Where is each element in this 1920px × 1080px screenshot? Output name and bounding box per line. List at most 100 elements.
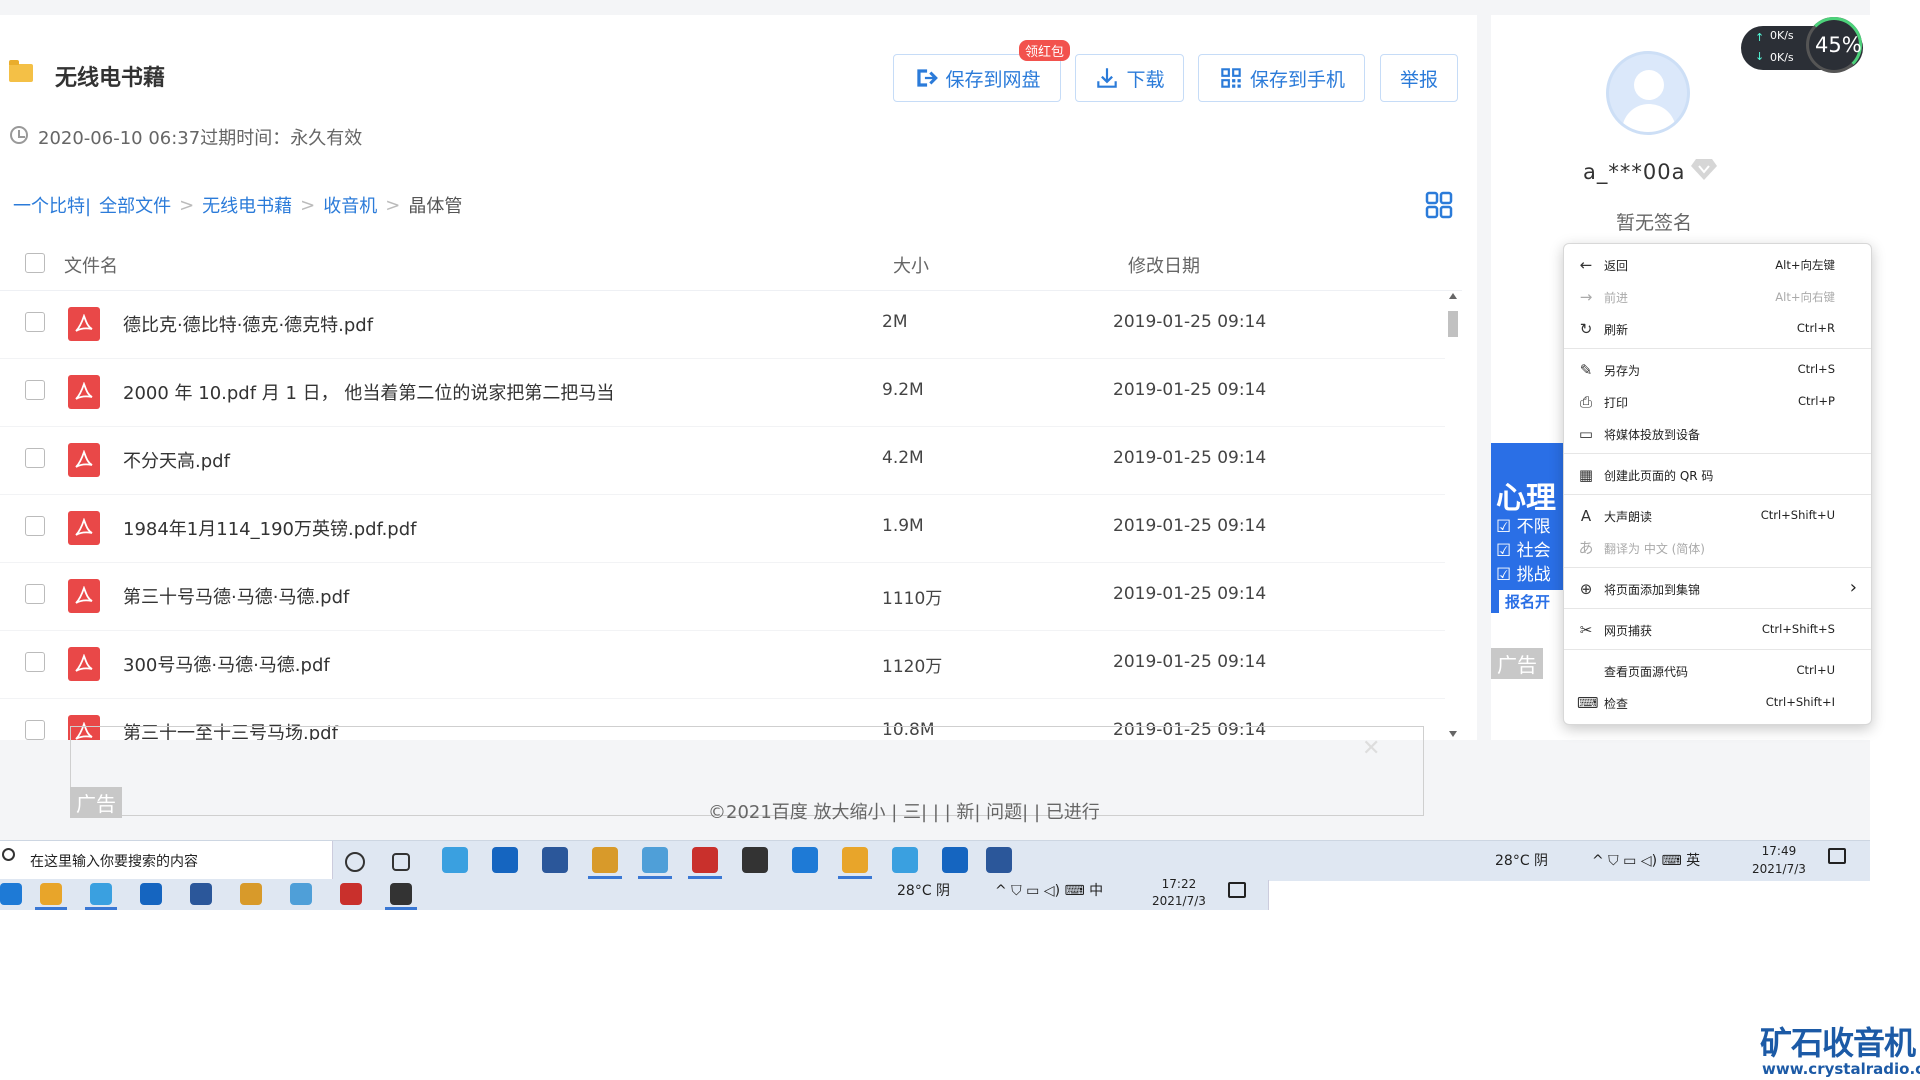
taskbar-app-icon[interactable]	[390, 883, 412, 905]
menu-item-cast[interactable]: ▭ 将媒体投放到设备	[1564, 419, 1871, 449]
top-strip	[0, 0, 1870, 15]
side-ad-banner[interactable]: 心理 ☑ 不限 ☑ 社会 ☑ 挑战 报名开始	[1491, 443, 1565, 613]
clock-time: 17:49	[1761, 844, 1797, 858]
taskbar-app-icon[interactable]	[792, 847, 818, 873]
table-row[interactable]: 300号马德·马德·马德.pdf 1120万 2019-01-25 09:14	[0, 631, 1445, 699]
column-header-name[interactable]: 文件名	[64, 252, 118, 278]
menu-item-save-as[interactable]: ✎ 另存为 Ctrl+S	[1564, 355, 1871, 385]
taskbar-app-icon[interactable]	[190, 883, 212, 905]
system-tray[interactable]: ^ ⛉ ▭ ◁) ⌨ 中	[995, 880, 1103, 900]
menu-item-label: 前进	[1604, 291, 1629, 305]
file-date: 2019-01-25 09:14	[1113, 516, 1267, 536]
notification-icon[interactable]	[1828, 848, 1846, 864]
report-button[interactable]: 举报	[1380, 54, 1458, 102]
breadcrumb-root[interactable]: 一个比特|	[13, 192, 91, 218]
menu-item-translate[interactable]: あ 翻译为 中文 (简体)	[1564, 533, 1871, 563]
taskbar-app-icon[interactable]	[90, 883, 112, 905]
menu-item-shortcut: Ctrl+Shift+U	[1760, 508, 1835, 522]
menu-item-qr-code[interactable]: ▦ 创建此页面的 QR 码	[1564, 460, 1871, 490]
notification-icon[interactable]	[1228, 882, 1246, 898]
red-packet-badge[interactable]: 领红包	[1019, 40, 1071, 61]
row-checkbox[interactable]	[25, 380, 45, 400]
file-list: 德比克·德比特·德克·德克特.pdf 2M 2019-01-25 09:14 2…	[0, 291, 1445, 741]
clock-icon	[10, 126, 28, 144]
table-row[interactable]: 2000 年 10.pdf 月 1 日， 他当着第二位的说家把第二把马当 9.2…	[0, 359, 1445, 427]
taskbar-app-icon[interactable]	[442, 847, 468, 873]
taskbar-app-icon[interactable]	[742, 847, 768, 873]
clock-time: 17:22	[1161, 877, 1197, 891]
save-to-phone-button[interactable]: 保存到手机	[1198, 54, 1365, 102]
save-to-pan-button[interactable]: 保存到网盘	[893, 54, 1061, 102]
scroll-thumb[interactable]	[1448, 311, 1458, 337]
menu-item-refresh[interactable]: ↻ 刷新 Ctrl+R	[1564, 314, 1871, 344]
column-header-size[interactable]: 大小	[893, 252, 929, 278]
file-name[interactable]: 300号马德·马德·马德.pdf	[123, 651, 330, 677]
row-checkbox[interactable]	[25, 584, 45, 604]
close-icon[interactable]: ✕	[1362, 736, 1380, 761]
breadcrumb-level1[interactable]: 无线电书藉	[202, 192, 292, 218]
refresh-icon: ↻	[1579, 320, 1593, 338]
breadcrumb-all-files[interactable]: 全部文件	[99, 192, 171, 218]
grid-view-icon[interactable]	[1425, 191, 1453, 219]
taskbar-app-icon[interactable]	[692, 847, 718, 873]
active-app-indicator	[688, 876, 722, 879]
taskbar-app-icon[interactable]	[492, 847, 518, 873]
menu-item-add-to-collection[interactable]: ⊕ 将页面添加到集锦 ›	[1564, 574, 1871, 604]
scroll-up-arrow-icon[interactable]	[1449, 293, 1457, 299]
row-checkbox[interactable]	[25, 720, 45, 740]
weather-widget[interactable]: 28°C 阴	[897, 880, 950, 900]
save-as-icon: ✎	[1579, 361, 1593, 379]
menu-item-forward[interactable]: → 前进 Alt+向右键	[1564, 282, 1871, 312]
breadcrumb-separator: >	[179, 194, 195, 216]
scroll-down-arrow-icon[interactable]	[1449, 731, 1457, 737]
select-all-checkbox[interactable]	[25, 253, 45, 273]
taskbar-app-icon[interactable]	[986, 847, 1012, 873]
list-scrollbar[interactable]	[1446, 291, 1460, 741]
taskbar-app-icon[interactable]	[290, 883, 312, 905]
table-row[interactable]: 1984年1月114_190万英镑.pdf.pdf 1.9M 2019-01-2…	[0, 495, 1445, 563]
weather-widget[interactable]: 28°C 阴	[1495, 850, 1548, 870]
column-header-date[interactable]: 修改日期	[1128, 252, 1200, 278]
menu-item-inspect[interactable]: ⌨ 检查 Ctrl+Shift+I	[1564, 688, 1871, 718]
avatar[interactable]	[1606, 51, 1690, 135]
taskbar-app-icon[interactable]	[392, 853, 410, 871]
taskbar-app-icon[interactable]	[140, 883, 162, 905]
menu-item-print[interactable]: ⎙ 打印 Ctrl+P	[1564, 387, 1871, 417]
file-name[interactable]: 不分天高.pdf	[123, 447, 230, 473]
file-name[interactable]: 2000 年 10.pdf 月 1 日， 他当着第二位的说家把第二把马当	[123, 379, 614, 405]
taskbar-app-icon[interactable]	[942, 847, 968, 873]
menu-item-read-aloud[interactable]: A 大声朗读 Ctrl+Shift+U	[1564, 501, 1871, 531]
taskbar-app-icon[interactable]	[542, 847, 568, 873]
taskbar-app-icon[interactable]	[642, 847, 668, 873]
share-date: 2020-06-10 06:37过期时间：永久有效	[38, 128, 363, 149]
download-button[interactable]: 下载	[1075, 54, 1184, 102]
table-row[interactable]: 德比克·德比特·德克·德克特.pdf 2M 2019-01-25 09:14	[0, 291, 1445, 359]
system-tray[interactable]: ^ ⛉ ▭ ◁) ⌨ 英	[1592, 850, 1700, 870]
file-name[interactable]: 德比克·德比特·德克·德克特.pdf	[123, 311, 373, 337]
user-signature: 暂无签名	[1616, 212, 1693, 234]
file-name[interactable]: 第三十号马德·马德·马德.pdf	[123, 583, 349, 609]
file-name[interactable]: 1984年1月114_190万英镑.pdf.pdf	[123, 515, 416, 541]
taskbar-app-icon[interactable]	[0, 883, 22, 905]
row-checkbox[interactable]	[25, 312, 45, 332]
menu-item-back[interactable]: ← 返回 Alt+向左键	[1564, 250, 1871, 280]
breadcrumb-level2[interactable]: 收音机	[323, 192, 377, 218]
row-checkbox[interactable]	[25, 652, 45, 672]
table-row[interactable]: 不分天高.pdf 4.2M 2019-01-25 09:14	[0, 427, 1445, 495]
taskbar-app-icon[interactable]	[340, 883, 362, 905]
menu-item-view-source[interactable]: 查看页面源代码 Ctrl+U	[1564, 656, 1871, 686]
taskbar-app-icon[interactable]	[592, 847, 618, 873]
menu-item-web-capture[interactable]: ✂ 网页捕获 Ctrl+Shift+S	[1564, 615, 1871, 645]
taskbar-app-icon[interactable]	[345, 852, 365, 872]
table-row[interactable]: 第三十号马德·马德·马德.pdf 1110万 2019-01-25 09:14	[0, 563, 1445, 631]
taskbar-app-icon[interactable]	[842, 847, 868, 873]
row-checkbox[interactable]	[25, 448, 45, 468]
row-checkbox[interactable]	[25, 516, 45, 536]
taskbar-app-icon[interactable]	[240, 883, 262, 905]
site-watermark-url: www.crystalradio.cn	[1762, 1060, 1920, 1078]
taskbar-app-icon[interactable]	[40, 883, 62, 905]
taskbar-clock[interactable]: 17:49 2021/7/3	[1752, 842, 1806, 878]
taskbar-app-icon[interactable]	[892, 847, 918, 873]
taskbar-clock[interactable]: 17:22 2021/7/3	[1152, 876, 1206, 910]
side-ad-button[interactable]: 报名开始	[1499, 590, 1565, 613]
